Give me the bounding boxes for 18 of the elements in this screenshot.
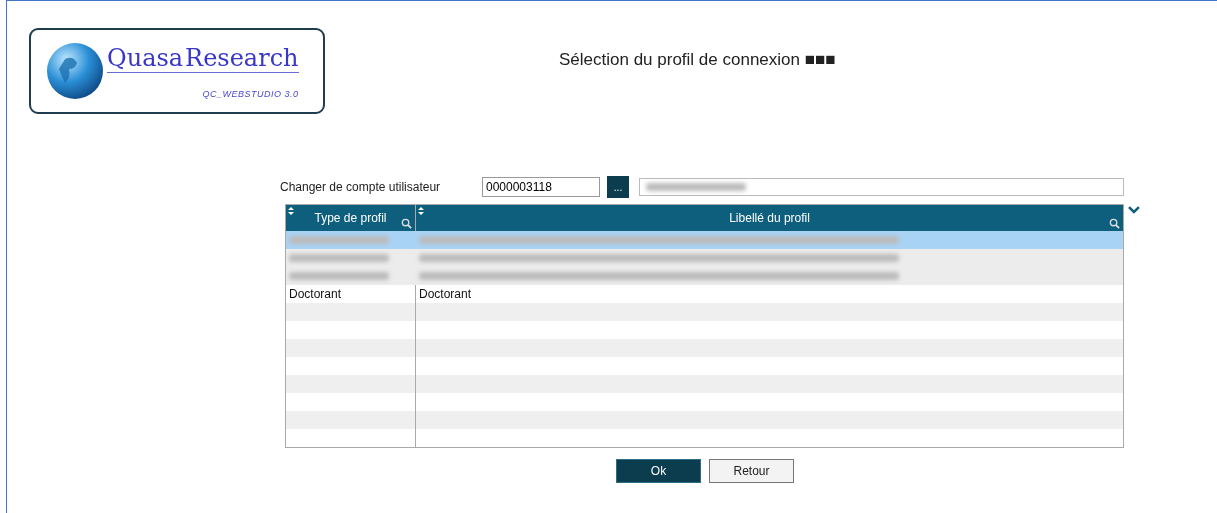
browse-button[interactable]: ...	[607, 176, 629, 198]
search-icon[interactable]	[401, 218, 412, 229]
page-title: Sélection du profil de connexion ■■■	[559, 50, 836, 71]
column-header[interactable]: Libellé du profil	[416, 205, 1124, 231]
sort-icon[interactable]	[288, 207, 294, 215]
chevron-down-icon[interactable]	[1128, 206, 1140, 214]
globe-icon	[45, 41, 105, 101]
logo-brand: QuasaResearch	[107, 43, 299, 73]
logo-subtitle: QC_WEBSTUDIO 3.0	[202, 88, 299, 99]
account-name-field[interactable]	[639, 178, 1124, 196]
search-icon[interactable]	[1109, 218, 1121, 229]
table-cell: Doctorant	[289, 287, 342, 301]
account-field[interactable]: 0000003118	[482, 177, 600, 197]
back-button[interactable]: Retour	[709, 459, 794, 483]
account-label: Changer de compte utilisateur	[280, 180, 442, 194]
ok-button[interactable]: Ok	[616, 459, 701, 483]
sort-icon[interactable]	[418, 207, 424, 215]
table-cell: Doctorant	[419, 287, 472, 301]
